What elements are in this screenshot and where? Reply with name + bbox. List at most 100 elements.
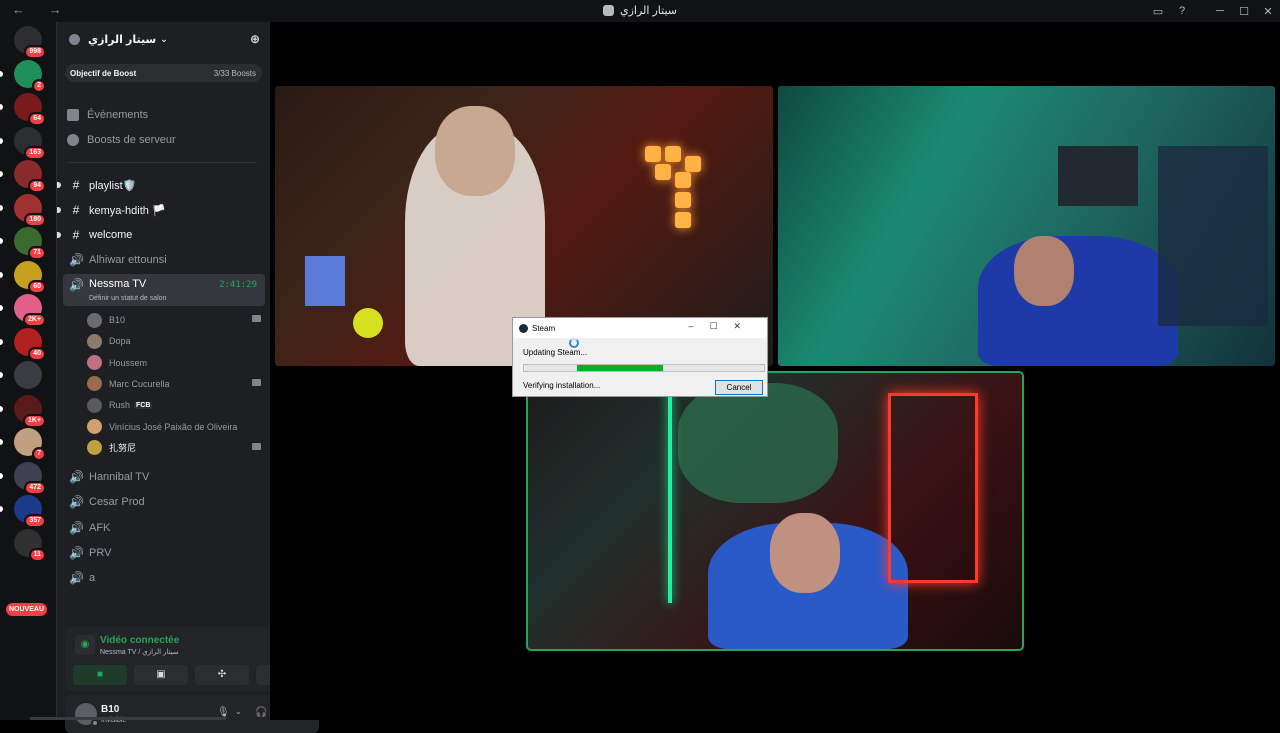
video-tile-speaking[interactable] xyxy=(526,371,1024,651)
title-bar: ← → سيتار الرازي ▭ ? ─ ☐ ✕ xyxy=(0,0,1280,22)
unread-indicator xyxy=(0,405,3,412)
steam-update-dialog: Steam –☐✕ Updating Steam... Verifying in… xyxy=(512,317,768,397)
voice-channel-item[interactable]: 🔊 Hannibal TV xyxy=(63,466,265,488)
dialog-window-controls[interactable]: –☐✕ xyxy=(688,321,757,332)
server-icon[interactable]: 163 xyxy=(0,126,46,160)
server-icon[interactable] xyxy=(0,361,42,389)
voice-member[interactable]: B10 xyxy=(87,311,263,329)
channel-nessma-tv[interactable]: 🔊 Nessma TV 2:41:29 Définir un statut de… xyxy=(63,274,265,306)
voice-member[interactable]: Rush FCB xyxy=(87,396,263,414)
mention-badge: 1K+ xyxy=(22,413,46,428)
server-icon[interactable]: 2K+ xyxy=(0,294,46,327)
events-label: Événements xyxy=(87,109,149,121)
member-name: 扎努尼 xyxy=(109,443,137,454)
boost-goal[interactable]: Objectif de Boost 3/33 Boosts xyxy=(65,64,262,82)
server-icon[interactable]: 40 xyxy=(0,327,46,361)
user-name[interactable]: B10 xyxy=(101,704,119,715)
channel-name: a xyxy=(89,572,96,585)
minimize-button[interactable]: ─ xyxy=(1208,5,1232,17)
status-indicator xyxy=(91,719,99,727)
channel-item[interactable]: # welcome xyxy=(57,224,265,246)
nav-arrows[interactable]: ← → xyxy=(12,2,72,17)
server-icon[interactable]: 998 xyxy=(14,26,46,59)
member-name: Dopa xyxy=(109,336,131,347)
screen-share-button[interactable]: ▣ xyxy=(134,665,188,685)
camera-button[interactable]: ■ xyxy=(73,665,127,685)
mention-badge: 180 xyxy=(24,212,46,227)
unread-indicator xyxy=(0,171,3,177)
voice-member[interactable]: 扎努尼 xyxy=(87,439,263,457)
avatar xyxy=(87,419,102,434)
voice-member[interactable]: Marc Cucurella xyxy=(87,375,263,393)
server-icon[interactable]: 1K+ xyxy=(0,394,46,428)
events-link[interactable]: Événements xyxy=(67,104,148,126)
video-tile[interactable] xyxy=(778,86,1275,366)
server-icon[interactable]: 357 xyxy=(0,495,46,528)
voice-status[interactable]: Vidéo connectée xyxy=(100,635,179,646)
updating-text: Updating Steam... xyxy=(523,348,588,357)
server-icon[interactable]: 71 xyxy=(0,227,46,260)
unread-indicator xyxy=(57,182,61,188)
server-icon[interactable]: 64 xyxy=(0,93,46,126)
channel-item[interactable]: # kemya-hdith 🏳️ xyxy=(57,199,265,221)
server-icon[interactable]: 472 xyxy=(0,461,46,495)
activities-button[interactable]: ✣ xyxy=(195,665,249,685)
mention-badge: 11 xyxy=(28,547,46,562)
person-head xyxy=(1014,236,1074,306)
guild-header[interactable]: سيتار الرازي ⌄ ⊕ xyxy=(57,22,270,56)
help-icon[interactable]: ? xyxy=(1170,5,1194,17)
chevron-down-icon: ⌄ xyxy=(160,33,168,44)
server-icon[interactable]: 11 xyxy=(14,528,46,562)
hashtag-icon: # xyxy=(72,178,80,192)
voice-channel-item[interactable]: 🔊 AFK xyxy=(63,517,265,539)
unread-indicator xyxy=(0,271,3,278)
member-name: Houssem xyxy=(109,357,148,368)
mention-badge: 2K+ xyxy=(22,313,46,327)
chevron-down-icon[interactable]: ⌄ xyxy=(235,707,242,716)
speaker-icon: 🔊 xyxy=(69,571,84,586)
new-badge[interactable]: NOUVEAU xyxy=(6,603,48,616)
mention-badge: 71 xyxy=(28,246,46,260)
camera-icon xyxy=(252,442,261,450)
channel-name: playlist🛡️ xyxy=(89,179,137,192)
neon-shelf xyxy=(888,393,978,583)
voice-member[interactable]: Vinícius José Paixão de Oliveira xyxy=(87,418,263,436)
voice-channel-item[interactable]: 🔊 Cesar Prod xyxy=(63,491,265,513)
server-icon[interactable]: 2 xyxy=(0,59,46,93)
voice-member[interactable]: Houssem xyxy=(87,354,263,372)
loading-spinner-icon xyxy=(569,338,579,348)
channel-item[interactable]: # playlist🛡️ xyxy=(57,174,265,196)
unread-indicator xyxy=(0,238,3,244)
speaker-icon: 🔊 xyxy=(69,278,84,292)
cancel-button[interactable]: Cancel xyxy=(715,380,763,395)
speaker-icon: 🔊 xyxy=(69,520,84,535)
channel-name: welcome xyxy=(89,229,133,241)
headphones-icon[interactable]: 🎧 xyxy=(255,707,267,718)
wall-art xyxy=(678,383,838,503)
verifying-text: Verifying installation... xyxy=(523,381,601,390)
invite-icon[interactable]: ⊕ xyxy=(250,32,260,46)
progress-fill xyxy=(576,365,664,371)
voice-channel-item[interactable]: 🔊 PRV xyxy=(63,542,265,564)
channel-name: kemya-hdith 🏳️ xyxy=(89,204,166,217)
channel-item[interactable]: 🔊 Alhiwar ettounsi xyxy=(63,249,265,271)
window-controls: ▭ ? ─ ☐ ✕ xyxy=(1146,0,1280,22)
server-list: 998 2 64 163 94 180 71 60 2K+ 40 1K+ 7 472 357 11 NOUVE… xyxy=(0,22,56,720)
voice-channel-item[interactable]: 🔊 a xyxy=(63,567,265,589)
server-icon[interactable]: 60 xyxy=(0,260,46,294)
channel-status-hint[interactable]: Définir un statut de salon xyxy=(89,295,166,302)
maximize-button[interactable]: ☐ xyxy=(1232,5,1256,18)
hashtag-icon: # xyxy=(72,203,80,217)
progress-bar xyxy=(523,364,765,372)
voice-location[interactable]: Nessma TV / سيتار الرازي xyxy=(100,648,179,656)
inbox-icon[interactable]: ▭ xyxy=(1146,5,1170,18)
server-icon[interactable]: 180 xyxy=(0,193,46,227)
close-button[interactable]: ✕ xyxy=(1256,5,1280,18)
signal-icon[interactable]: ◉ xyxy=(75,635,95,655)
unread-indicator xyxy=(57,232,61,238)
server-icon[interactable]: 7 xyxy=(0,428,46,461)
speaker-icon: 🔊 xyxy=(69,545,84,560)
server-boosts-link[interactable]: Boosts de serveur xyxy=(67,129,176,151)
voice-member[interactable]: Dopa xyxy=(87,332,263,350)
server-icon[interactable]: 94 xyxy=(0,160,46,193)
